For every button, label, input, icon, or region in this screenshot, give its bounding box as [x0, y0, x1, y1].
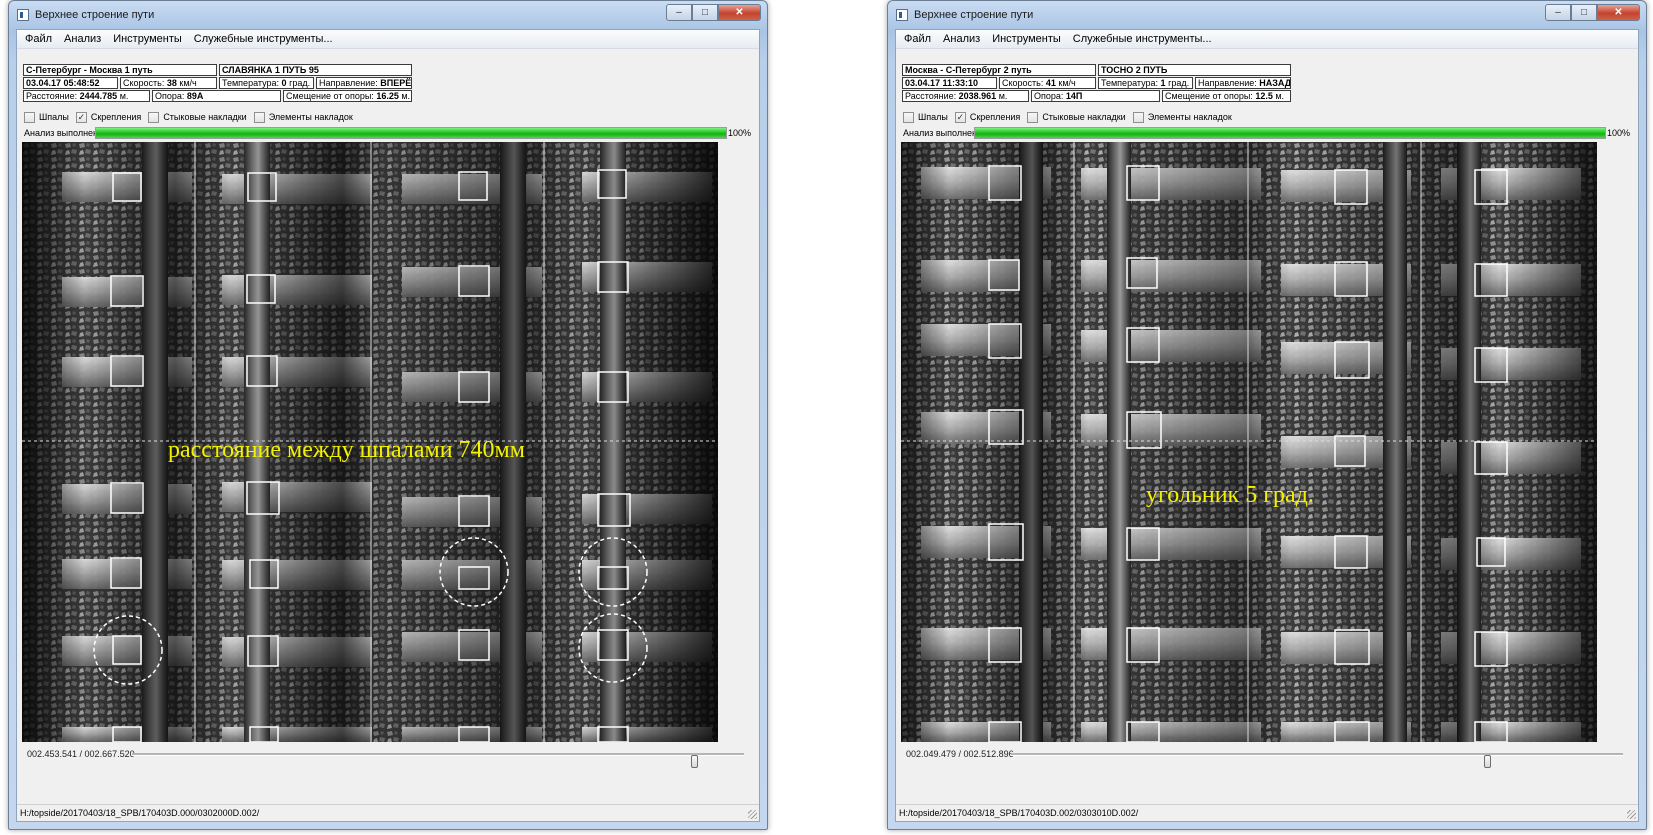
analysis-progress: Анализ выполнен 100% — [903, 126, 1630, 140]
position-readout: 002.453.541 / 002.667.520 — [27, 749, 135, 759]
offset-cell: Смещение от опоры: 16.25 м. — [283, 90, 412, 102]
close-button[interactable]: ✕ — [1597, 4, 1640, 21]
annotation-label: угольник 5 град. — [1146, 482, 1314, 508]
position-slider[interactable] — [132, 753, 744, 768]
checkbox-sleepers-box[interactable] — [903, 111, 914, 123]
checkbox-bar-elements-box[interactable] — [253, 111, 265, 123]
menu-tools[interactable]: Инструменты — [107, 30, 188, 48]
annotation-label: расстояние между шпалами 740мм — [168, 437, 525, 463]
datetime-cell: 03.04.17 11:33:10 — [902, 77, 997, 89]
checkbox-joint-bars[interactable]: Стыковые накладки — [148, 111, 247, 123]
maximize-button[interactable]: □ — [692, 4, 718, 21]
resize-grip-icon[interactable] — [1627, 810, 1636, 819]
pole-cell: Опора: 14П — [1031, 90, 1160, 102]
progress-label: Анализ выполнен — [903, 128, 978, 138]
menu-file[interactable]: Файл — [19, 30, 58, 48]
track-cell: ТОСНО 2 ПУТЬ — [1098, 64, 1291, 76]
track-cell: СЛАВЯНКА 1 ПУТЬ 95 — [219, 64, 412, 76]
layer-checkboxes: Шпалы ✓ Скрепления Стыковые накладки Элем… — [24, 110, 360, 124]
menu-analysis[interactable]: Анализ — [937, 30, 986, 48]
progress-bar — [95, 127, 727, 139]
checkbox-bar-elements-box[interactable] — [1132, 111, 1144, 123]
progress-fill — [975, 128, 1605, 138]
temperature-cell: Температура: 1 град. — [1098, 77, 1193, 89]
distance-cell: Расстояние: 2444.785 м. — [23, 90, 150, 102]
checkbox-joint-bars-box[interactable] — [148, 111, 160, 123]
minimize-button[interactable]: – — [1545, 4, 1571, 21]
client-area: Файл Анализ Инструменты Служебные инстру… — [16, 29, 760, 822]
checkbox-fasteners[interactable]: ✓ Скрепления — [75, 111, 141, 123]
checkbox-joint-bars-box[interactable] — [1027, 111, 1039, 123]
direction-cell: Направление: НАЗАД — [1195, 77, 1291, 89]
minimize-button[interactable]: – — [666, 4, 692, 21]
window-title: Верхнее строение пути — [35, 9, 155, 21]
position-readout: 002.049.479 / 002.512.896 — [906, 749, 1014, 759]
track-image-viewer[interactable]: расстояние между шпалами 740мм — [22, 142, 718, 742]
checkbox-sleepers-box[interactable] — [24, 111, 35, 123]
close-button[interactable]: ✕ — [718, 4, 761, 21]
menu-service-tools[interactable]: Служебные инструменты... — [188, 30, 339, 48]
checkbox-fasteners[interactable]: ✓ Скрепления — [954, 111, 1020, 123]
track-image: расстояние между шпалами 740мм — [22, 142, 718, 742]
speed-cell: Скорость: 38 км/ч — [120, 77, 217, 89]
datetime-cell: 03.04.17 05:48:52 — [23, 77, 118, 89]
checkbox-fasteners-box[interactable]: ✓ — [75, 111, 87, 123]
speed-cell: Скорость: 41 км/ч — [999, 77, 1096, 89]
window-left: Верхнее строение пути – □ ✕ Файл Анализ … — [8, 0, 768, 830]
status-bar: H:/topside/20170403/18_SPB/170403D.000/0… — [17, 804, 759, 821]
window-title: Верхнее строение пути — [914, 9, 1034, 21]
position-slider[interactable] — [1011, 753, 1623, 768]
temperature-cell: Температура: 0 град. — [219, 77, 314, 89]
track-image-viewer[interactable]: угольник 5 град. — [901, 142, 1597, 742]
client-area: Файл Анализ Инструменты Служебные инстру… — [895, 29, 1639, 822]
menu-tools[interactable]: Инструменты — [986, 30, 1067, 48]
menu-service-tools[interactable]: Служебные инструменты... — [1067, 30, 1218, 48]
slider-thumb[interactable] — [1484, 755, 1492, 768]
offset-cell: Смещение от опоры: 12.5 м. — [1162, 90, 1291, 102]
checkbox-sleepers[interactable]: Шпалы — [24, 111, 69, 123]
progress-percent: 100% — [1606, 128, 1630, 138]
progress-label: Анализ выполнен — [24, 128, 99, 138]
status-bar: H:/topside/20170403/18_SPB/170403D.002/0… — [896, 804, 1638, 821]
status-path: H:/topside/20170403/18_SPB/170403D.002/0… — [899, 808, 1139, 818]
checkbox-sleepers[interactable]: Шпалы — [903, 111, 948, 123]
progress-fill — [96, 128, 726, 138]
analysis-progress: Анализ выполнен 100% — [24, 126, 751, 140]
app-icon — [896, 9, 908, 21]
pole-cell: Опора: 89А — [152, 90, 281, 102]
position-scroller: 002.049.479 / 002.512.896 — [901, 744, 1633, 768]
slider-thumb[interactable] — [691, 755, 699, 768]
checkbox-joint-bars[interactable]: Стыковые накладки — [1027, 111, 1126, 123]
checkbox-bar-elements[interactable]: Элементы накладок — [253, 111, 353, 123]
window-right: Верхнее строение пути – □ ✕ Файл Анализ … — [887, 0, 1647, 830]
title-bar[interactable]: Верхнее строение пути – □ ✕ — [888, 1, 1646, 29]
menu-file[interactable]: Файл — [898, 30, 937, 48]
resize-grip-icon[interactable] — [748, 810, 757, 819]
menu-bar: Файл Анализ Инструменты Служебные инстру… — [896, 30, 1638, 49]
distance-cell: Расстояние: 2038.961 м. — [902, 90, 1029, 102]
progress-percent: 100% — [727, 128, 751, 138]
route-cell: Москва - С-Петербург 2 путь — [902, 64, 1096, 76]
checkbox-bar-elements[interactable]: Элементы накладок — [1132, 111, 1232, 123]
track-image: угольник 5 град. — [901, 142, 1597, 742]
layer-checkboxes: Шпалы ✓ Скрепления Стыковые накладки Элем… — [903, 110, 1239, 124]
menu-analysis[interactable]: Анализ — [58, 30, 107, 48]
menu-bar: Файл Анализ Инструменты Служебные инстру… — [17, 30, 759, 49]
app-icon — [17, 9, 29, 21]
maximize-button[interactable]: □ — [1571, 4, 1597, 21]
checkbox-fasteners-box[interactable]: ✓ — [954, 111, 966, 123]
status-path: H:/topside/20170403/18_SPB/170403D.000/0… — [20, 808, 260, 818]
route-cell: С-Петербург - Москва 1 путь — [23, 64, 217, 76]
progress-bar — [974, 127, 1606, 139]
direction-cell: Направление: ВПЕРЁД — [316, 77, 412, 89]
title-bar[interactable]: Верхнее строение пути – □ ✕ — [9, 1, 767, 29]
position-scroller: 002.453.541 / 002.667.520 — [22, 744, 754, 768]
